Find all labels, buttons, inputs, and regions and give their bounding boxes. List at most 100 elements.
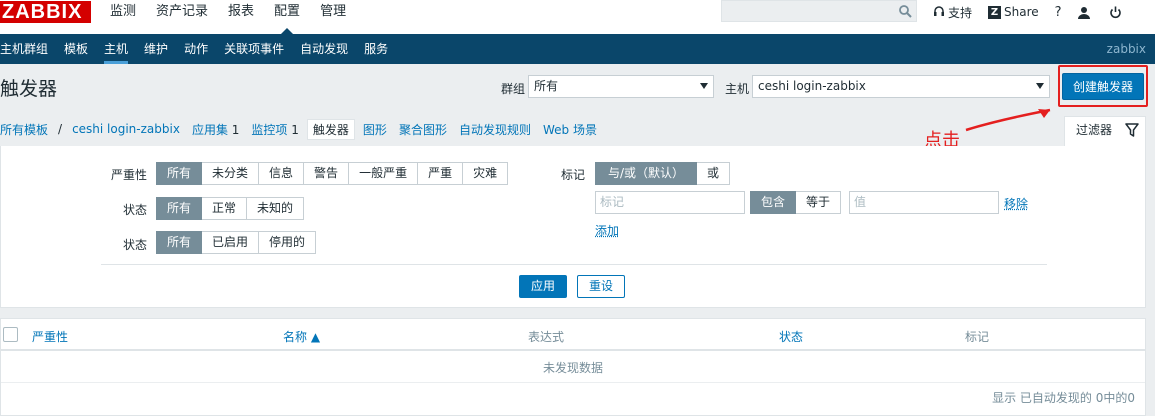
support-link[interactable]: 支持 — [933, 4, 972, 21]
user-icon — [1077, 6, 1090, 19]
status-option-all[interactable]: 所有 — [156, 231, 203, 254]
state-segmented: 所有 正常 未知的 — [156, 197, 305, 220]
tab-web-scenarios[interactable]: Web 场景 — [543, 121, 597, 138]
zabbix-share-icon: Z — [988, 5, 1002, 19]
create-trigger-button[interactable]: 创建触发器 — [1062, 73, 1144, 100]
column-severity[interactable]: 严重性 — [32, 328, 68, 345]
state-option-normal[interactable]: 正常 — [202, 197, 248, 220]
tag-operator-equals[interactable]: 等于 — [796, 191, 842, 214]
menu-administration[interactable]: 管理 — [320, 0, 346, 24]
main-menu: 监测 资产记录 报表 配置 管理 — [110, 0, 366, 34]
submenu-templates[interactable]: 模板 — [64, 34, 88, 64]
headset-icon — [934, 6, 944, 16]
severity-segmented: 所有 未分类 信息 警告 一般严重 严重 灾难 — [156, 162, 509, 185]
share-link[interactable]: Z Share — [988, 5, 1039, 19]
tag-mode-and-or[interactable]: 与/或（默认） — [595, 162, 698, 185]
tag-name-input[interactable]: 标记 — [595, 191, 745, 214]
filter-icon — [1125, 123, 1139, 137]
submenu-actions[interactable]: 动作 — [184, 34, 208, 64]
tab-triggers[interactable]: 触发器 — [306, 118, 355, 140]
server-name: zabbix — [1106, 42, 1146, 56]
status-option-enabled[interactable]: 已启用 — [202, 231, 260, 254]
reset-button[interactable]: 重设 — [577, 275, 625, 298]
tab-graphs[interactable]: 图形 — [363, 121, 387, 138]
power-icon — [1109, 6, 1121, 18]
tag-mode-or[interactable]: 或 — [697, 162, 731, 185]
search-input[interactable] — [721, 0, 917, 22]
severity-option-not-classified[interactable]: 未分类 — [202, 162, 260, 185]
zabbix-logo[interactable]: ZABBIX — [0, 1, 91, 23]
help-button[interactable]: ? — [1055, 5, 1062, 20]
annotation-arrow — [965, 108, 1051, 132]
severity-label: 严重性 — [110, 168, 147, 182]
apply-button[interactable]: 应用 — [519, 275, 567, 298]
filter-panel: 严重性 所有 未分类 信息 警告 一般严重 严重 灾难 状态 所有 正常 未知的… — [0, 146, 1146, 308]
severity-option-disaster[interactable]: 灾难 — [463, 162, 509, 185]
column-status[interactable]: 状态 — [779, 328, 803, 345]
filter-tab[interactable]: 过滤器 — [1064, 116, 1146, 146]
tab-discovery-rules[interactable]: 自动发现规则 — [459, 121, 531, 138]
menu-monitoring[interactable]: 监测 — [110, 0, 136, 24]
breadcrumb: 所有模板 / ceshi login-zabbix 应用集 1 监控项 1 触发… — [0, 118, 609, 140]
header-tools: 支持 Z Share ? — [933, 0, 1141, 24]
column-name[interactable]: 名称 ▲ — [283, 328, 320, 345]
breadcrumb-all-templates[interactable]: 所有模板 — [0, 121, 48, 138]
submenu-discovery[interactable]: 自动发现 — [300, 34, 348, 64]
submenu-event-correlation[interactable]: 关联项事件 — [224, 34, 284, 64]
support-label: 支持 — [948, 5, 973, 20]
menu-reports[interactable]: 报表 — [228, 0, 254, 24]
breadcrumb-separator: / — [58, 122, 63, 136]
tab-screens[interactable]: 聚合图形 — [399, 121, 447, 138]
help-icon: ? — [1054, 4, 1062, 20]
severity-option-information[interactable]: 信息 — [259, 162, 305, 185]
group-label: 群组 — [501, 82, 526, 96]
status-label: 状态 — [122, 238, 147, 252]
table-header: 严重性 名称 ▲ 表达式 状态 标记 — [1, 319, 1145, 351]
menu-inventory[interactable]: 资产记录 — [156, 0, 208, 24]
chevron-down-icon — [1036, 83, 1044, 89]
tab-applications[interactable]: 应用集 1 — [192, 121, 239, 138]
state-option-all[interactable]: 所有 — [156, 197, 203, 220]
host-select[interactable]: ceshi login-zabbix — [752, 75, 1050, 98]
no-data-message: 未发现数据 — [1, 353, 1145, 383]
column-tags: 标记 — [965, 330, 990, 344]
status-option-disabled[interactable]: 停用的 — [259, 231, 317, 254]
user-profile-button[interactable] — [1077, 6, 1093, 19]
table-footer-count: 显示 已自动发现的 0中的0 — [992, 391, 1135, 405]
top-header: ZABBIX 监测 资产记录 报表 配置 管理 支持 Z Share ? — [0, 0, 1155, 34]
chevron-down-icon — [700, 83, 708, 89]
severity-option-all[interactable]: 所有 — [156, 162, 203, 185]
tag-operator-segmented: 包含 等于 — [750, 191, 842, 214]
filter-divider — [101, 264, 1047, 265]
add-tag-link[interactable]: 添加 — [595, 222, 619, 239]
submenu-host-groups[interactable]: 主机群组 — [0, 34, 48, 64]
state-option-unknown[interactable]: 未知的 — [247, 197, 305, 220]
breadcrumb-host[interactable]: ceshi login-zabbix — [72, 122, 180, 136]
search-icon[interactable] — [898, 4, 912, 18]
menu-configuration[interactable]: 配置 — [274, 0, 300, 34]
tag-mode-segmented: 与/或（默认） 或 — [595, 162, 731, 185]
state-label: 状态 — [122, 203, 147, 217]
tab-applications-label: 应用集 — [191, 122, 228, 137]
tag-value-input[interactable]: 值 — [849, 191, 999, 214]
select-all-checkbox[interactable] — [3, 327, 18, 342]
items-count: 1 — [291, 122, 299, 137]
severity-option-high[interactable]: 严重 — [418, 162, 464, 185]
logout-button[interactable] — [1109, 6, 1125, 19]
remove-tag-link[interactable]: 移除 — [1004, 195, 1028, 212]
submenu-services[interactable]: 服务 — [364, 34, 388, 64]
host-label: 主机 — [725, 82, 750, 96]
tag-operator-contains[interactable]: 包含 — [750, 191, 797, 214]
filter-tab-label: 过滤器 — [1076, 123, 1113, 137]
submenu-hosts[interactable]: 主机 — [104, 34, 129, 64]
severity-option-average[interactable]: 一般严重 — [349, 162, 419, 185]
tab-items-label: 监控项 — [251, 122, 288, 137]
submenu-maintenance[interactable]: 维护 — [144, 34, 168, 64]
status-segmented: 所有 已启用 停用的 — [156, 231, 317, 254]
column-expression: 表达式 — [528, 330, 565, 344]
configuration-submenu: 主机群组 模板 主机 维护 动作 关联项事件 自动发现 服务 zabbix — [0, 34, 1155, 64]
group-select[interactable]: 所有 — [528, 75, 714, 98]
severity-option-warning[interactable]: 警告 — [304, 162, 350, 185]
group-select-value: 所有 — [534, 79, 559, 93]
tab-items[interactable]: 监控项 1 — [251, 121, 298, 138]
